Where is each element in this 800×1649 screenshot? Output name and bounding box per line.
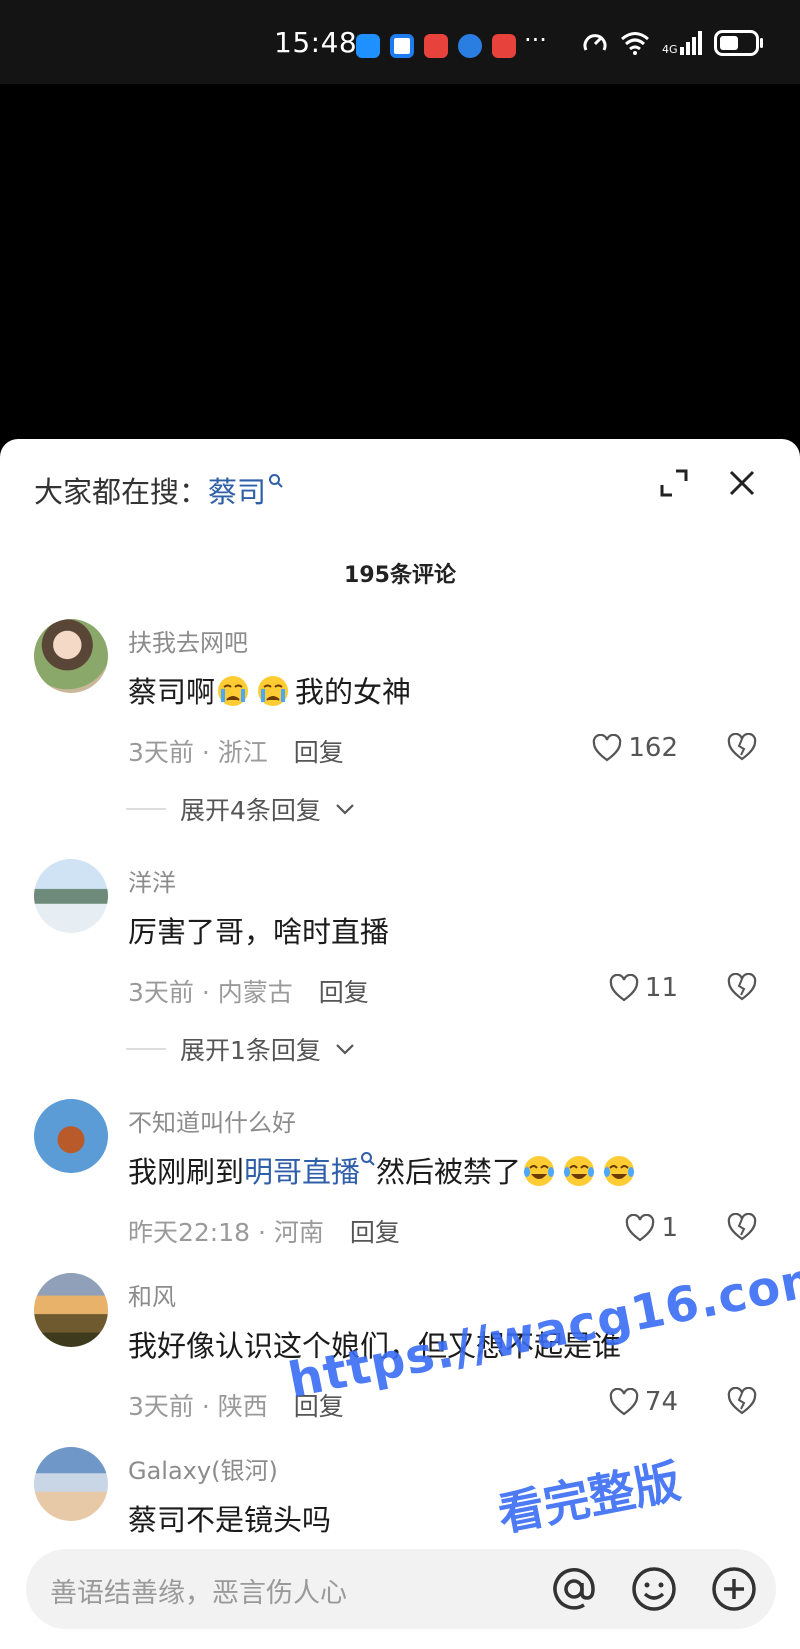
comment-location: 内蒙古 [217, 978, 293, 1007]
comment-text: 厉害了哥，啥时直播 [128, 915, 390, 949]
reply-button[interactable]: 回复 [294, 738, 344, 767]
red-app-icon [492, 34, 516, 58]
message-app-icon [356, 34, 380, 58]
broken-heart-icon[interactable] [727, 1213, 757, 1241]
broken-heart-icon[interactable] [727, 1387, 757, 1415]
network-type: 4G [662, 43, 678, 56]
like-button[interactable]: 74 [609, 1387, 678, 1417]
data-speed-icon [583, 34, 607, 51]
comment-text: 我刚刷到明哥直播 然后被禁了 [128, 1149, 641, 1191]
comment-username[interactable]: 和风 [128, 1277, 176, 1312]
add-icon[interactable] [710, 1565, 758, 1613]
like-count: 1 [661, 1213, 678, 1243]
status-time: 15:48 [274, 26, 358, 59]
emoji-icon[interactable] [630, 1565, 678, 1613]
reply-button[interactable]: 回复 [319, 978, 369, 1007]
comment-time: 昨天22:18 [128, 1218, 251, 1247]
like-button[interactable]: 162 [592, 733, 678, 763]
avatar[interactable] [34, 619, 108, 693]
comment-time: 3天前 [128, 978, 194, 1007]
search-icon [361, 1152, 375, 1166]
expand-replies-label: 展开1条回复 [180, 1036, 321, 1065]
trending-search-prefix: 大家都在搜： [34, 475, 209, 509]
tears-of-joy-emoji-icon [564, 1156, 595, 1186]
expand-icon[interactable] [658, 467, 690, 499]
like-count: 74 [644, 1387, 678, 1417]
tears-of-joy-emoji-icon [604, 1156, 635, 1186]
search-link[interactable]: 明哥直播 [244, 1155, 360, 1189]
expand-replies-label: 展开4条回复 [180, 796, 321, 825]
like-button[interactable]: 1 [625, 1213, 678, 1243]
battery-icon [713, 30, 763, 56]
comment-time: 3天前 [128, 1392, 194, 1421]
meta-separator: · [193, 978, 218, 1007]
comment-username[interactable]: Galaxy(银河) [128, 1451, 278, 1486]
avatar[interactable] [34, 1273, 108, 1347]
broken-heart-icon[interactable] [727, 733, 757, 761]
comment-username[interactable]: 洋洋 [128, 863, 176, 898]
comment-text: 蔡司啊 我的女神 [128, 669, 411, 711]
more-notifications-icon: ··· [524, 26, 547, 54]
expand-replies-button[interactable]: 展开1条回复 [126, 1031, 355, 1067]
comment-username[interactable]: 扶我去网吧 [128, 623, 248, 658]
heart-icon [626, 1214, 655, 1242]
comment-item: 不知道叫什么好 我刚刷到明哥直播 然后被禁了 昨天22:18 · 河南 回复 1 [0, 1099, 800, 1259]
reply-button[interactable]: 回复 [350, 1218, 400, 1247]
comment-input-bar[interactable]: 善语结善缘，恶言伤人心 [26, 1549, 776, 1629]
status-app-icons [356, 34, 516, 58]
meta-separator: · [193, 738, 218, 767]
wifi-icon [621, 32, 649, 55]
heart-icon [609, 1388, 639, 1416]
cellular-signal-icon: 4G [662, 31, 702, 55]
shop-app-icon [424, 34, 448, 58]
meta-separator: · [250, 1218, 274, 1247]
avatar[interactable] [34, 1447, 108, 1521]
tears-of-joy-emoji-icon [524, 1156, 555, 1186]
comment-text-part: 我的女神 [295, 675, 412, 709]
avatar[interactable] [34, 859, 108, 933]
avatar[interactable] [34, 1099, 108, 1173]
divider-line [126, 808, 166, 810]
like-count: 162 [628, 733, 678, 763]
shield-app-icon [390, 34, 414, 58]
comment-meta: 3天前 · 浙江 回复 [128, 733, 344, 769]
broken-heart-icon[interactable] [727, 973, 757, 1001]
comment-text-part: 蔡司啊 [128, 675, 216, 709]
comment-time: 3天前 [128, 738, 194, 767]
chevron-down-icon [336, 1044, 354, 1055]
comment-item: 洋洋 厉害了哥，啥时直播 3天前 · 内蒙古 回复 11 展开1条回复 [0, 859, 800, 1065]
like-count: 11 [644, 973, 678, 1003]
crying-face-emoji-icon [258, 676, 289, 706]
comment-text-part: 然后被禁了 [376, 1155, 522, 1189]
divider-line [126, 1048, 166, 1050]
comment-count-title: 195条评论 [344, 563, 456, 588]
comment-location: 河南 [273, 1218, 324, 1247]
browser-app-icon [458, 34, 482, 58]
comment-text: 蔡司不是镜头吗 [128, 1503, 332, 1537]
status-bar: 15:48 ··· 4G [0, 0, 800, 84]
comment-username[interactable]: 不知道叫什么好 [128, 1103, 296, 1138]
crying-face-emoji-icon [218, 676, 249, 706]
comment-item: 扶我去网吧 蔡司啊 我的女神 3天前 · 浙江 回复 162 展开4条回复 [0, 619, 800, 825]
comment-location: 浙江 [217, 738, 268, 767]
comment-location: 陕西 [217, 1392, 268, 1421]
comment-text-part: 我刚刷到 [128, 1155, 245, 1189]
at-icon[interactable] [550, 1565, 598, 1613]
trending-search[interactable]: 大家都在搜：蔡司 [34, 469, 284, 511]
comment-sheet: 大家都在搜：蔡司 195条评论 扶我去网吧 蔡司啊 我的女神 3天前 · 浙江 回复… [0, 439, 800, 1649]
meta-separator: · [193, 1392, 218, 1421]
heart-icon [593, 734, 622, 762]
heart-icon [609, 974, 639, 1002]
search-icon [269, 474, 283, 488]
close-icon[interactable] [726, 467, 758, 499]
video-area[interactable] [0, 84, 800, 440]
expand-replies-button[interactable]: 展开4条回复 [126, 791, 355, 827]
comment-meta: 3天前 · 内蒙古 回复 [128, 973, 369, 1009]
chevron-down-icon [336, 804, 354, 815]
comment-input-placeholder: 善语结善缘，恶言伤人心 [50, 1578, 347, 1609]
like-button[interactable]: 11 [609, 973, 678, 1003]
comment-meta: 昨天22:18 · 河南 回复 [128, 1213, 400, 1249]
trending-search-term[interactable]: 蔡司 [208, 475, 266, 509]
